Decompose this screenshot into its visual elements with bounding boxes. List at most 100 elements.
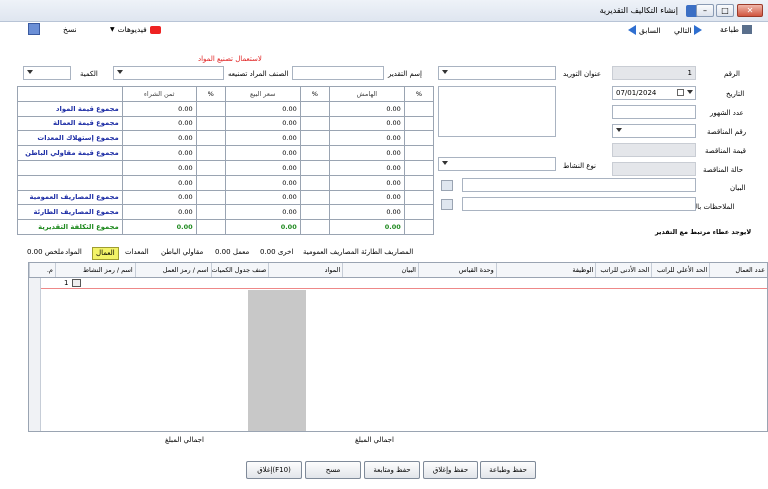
margin-percent[interactable]	[403, 159, 435, 176]
tab-contingency-expenses[interactable]: المصاريف الطارئة	[358, 247, 416, 260]
close-window-button[interactable]: ✕	[737, 4, 763, 17]
tab-summary[interactable]: ملخص 0.00	[24, 247, 67, 260]
price-value[interactable]: 0.00	[224, 159, 301, 176]
tender-value-field[interactable]	[612, 143, 696, 157]
cost-percent[interactable]	[195, 174, 226, 191]
price-percent[interactable]	[299, 204, 330, 221]
supplier-address-field[interactable]	[438, 86, 556, 137]
estimate-name-field[interactable]	[292, 66, 384, 80]
margin-percent[interactable]	[403, 115, 435, 132]
cost-percent[interactable]	[195, 145, 226, 161]
tender-status-field[interactable]	[612, 162, 696, 176]
save-close-button[interactable]: حفظ وإغلاق	[423, 461, 478, 479]
tab-lab[interactable]: معمل 0.00	[212, 247, 252, 260]
margin-value[interactable]: 0.00	[328, 189, 405, 206]
minimize-button[interactable]: –	[696, 4, 714, 17]
tab-equipment[interactable]: المعدات	[122, 247, 152, 260]
cost-value[interactable]: 0.00	[121, 174, 197, 191]
copy-button[interactable]: نسخ	[63, 25, 77, 34]
col-worker-count[interactable]: عدد العمال	[709, 263, 767, 277]
cost-percent[interactable]	[195, 130, 226, 147]
price-value[interactable]: 0.00	[224, 130, 301, 147]
tab-general-expenses[interactable]: المصاريف العمومية	[300, 247, 362, 260]
price-value[interactable]: 0.00	[224, 174, 301, 191]
price-percent[interactable]	[299, 145, 330, 161]
cost-percent[interactable]	[195, 159, 226, 176]
cost-value[interactable]: 0.00	[121, 204, 197, 221]
col-work-code[interactable]: اسم / رمز العمل	[134, 263, 211, 277]
margin-percent[interactable]	[403, 174, 435, 191]
previous-button[interactable]: السابق	[628, 25, 661, 35]
row-edit-icon[interactable]	[72, 279, 81, 287]
cost-percent[interactable]	[195, 189, 226, 206]
supplier-address-dropdown[interactable]	[438, 66, 556, 80]
save-icon[interactable]	[28, 23, 40, 35]
cost-value[interactable]: 0.00	[121, 100, 197, 117]
cost-percent[interactable]	[195, 204, 226, 221]
col-activity-code[interactable]: اسم / رمز النشاط	[54, 263, 135, 277]
price-value[interactable]: 0.00	[224, 204, 301, 221]
activity-type-dropdown[interactable]	[438, 157, 556, 171]
cost-value[interactable]: 0.00	[121, 189, 197, 206]
labor-grid[interactable]: عدد العمال الحد الأعلي للراتب الحد الأدن…	[28, 262, 768, 432]
price-value[interactable]: 0.00	[224, 145, 301, 161]
margin-percent[interactable]	[403, 189, 435, 206]
close-button[interactable]: إغلاق(F10)	[246, 461, 302, 479]
price-percent[interactable]	[299, 189, 330, 206]
col-job[interactable]: الوظيفة	[495, 263, 596, 277]
cost-value[interactable]: 0.00	[121, 145, 197, 161]
tender-number-dropdown[interactable]	[612, 124, 696, 138]
col-row-number[interactable]: م.	[29, 263, 55, 277]
margin-value[interactable]: 0.00	[328, 115, 405, 132]
clear-button[interactable]: مسح	[305, 461, 361, 479]
save-print-button[interactable]: حفظ وطباعة	[480, 461, 536, 479]
col-unit[interactable]: وحدة القياس	[417, 263, 496, 277]
number-field[interactable]: 1	[612, 66, 696, 80]
tab-other[interactable]: اخرى 0.00	[257, 247, 296, 260]
print-button[interactable]: طباعة	[720, 25, 753, 34]
item-to-manufacture-dropdown[interactable]	[113, 66, 224, 80]
videos-button[interactable]: ▼ فيديوهات	[110, 25, 161, 34]
cost-value[interactable]: 0.00	[121, 115, 197, 132]
months-field[interactable]	[612, 105, 696, 119]
col-max-salary[interactable]: الحد الأعلي للراتب	[651, 263, 709, 277]
price-value[interactable]: 0.00	[224, 189, 301, 206]
tab-subcontractors[interactable]: مقاولي الباطن	[158, 247, 206, 260]
margin-value[interactable]: 0.00	[328, 204, 405, 221]
price-percent[interactable]	[299, 115, 330, 132]
quantity-dropdown[interactable]	[23, 66, 71, 80]
cost-value[interactable]: 0.00	[121, 130, 197, 147]
cost-percent[interactable]	[195, 100, 226, 117]
statement-field[interactable]	[462, 178, 696, 192]
margin-value[interactable]: 0.00	[328, 100, 405, 117]
maximize-button[interactable]: □	[716, 4, 734, 17]
margin-percent[interactable]	[403, 145, 435, 161]
tab-labor[interactable]: العمال	[92, 247, 119, 260]
price-percent[interactable]	[299, 100, 330, 117]
margin-percent[interactable]	[403, 100, 435, 117]
margin-value[interactable]: 0.00	[328, 174, 405, 191]
translate-icon[interactable]	[441, 180, 453, 191]
grid-row-1[interactable]: 1	[41, 278, 767, 289]
notes-arabic-field[interactable]	[462, 197, 696, 211]
price-value[interactable]: 0.00	[224, 100, 301, 117]
cost-value[interactable]: 0.00	[121, 159, 197, 176]
margin-percent[interactable]	[403, 130, 435, 147]
margin-value[interactable]: 0.00	[328, 145, 405, 161]
price-percent[interactable]	[299, 174, 330, 191]
col-min-salary[interactable]: الحد الأدنى للراتب	[595, 263, 651, 277]
price-value[interactable]: 0.00	[224, 115, 301, 132]
cost-percent[interactable]	[195, 115, 226, 132]
price-percent[interactable]	[299, 159, 330, 176]
next-button[interactable]: التالي	[674, 25, 703, 35]
col-quantity-item[interactable]: صنف جدول الكميات	[210, 263, 269, 277]
col-statement[interactable]: البيان	[342, 263, 418, 277]
vertical-scrollbar[interactable]	[29, 278, 41, 431]
margin-value[interactable]: 0.00	[328, 159, 405, 176]
margin-value[interactable]: 0.00	[328, 130, 405, 147]
col-materials[interactable]: المواد	[268, 263, 342, 277]
margin-percent[interactable]	[403, 204, 435, 221]
save-continue-button[interactable]: حفظ ومتابعة	[364, 461, 420, 479]
price-percent[interactable]	[299, 130, 330, 147]
translate-icon[interactable]	[441, 199, 453, 210]
